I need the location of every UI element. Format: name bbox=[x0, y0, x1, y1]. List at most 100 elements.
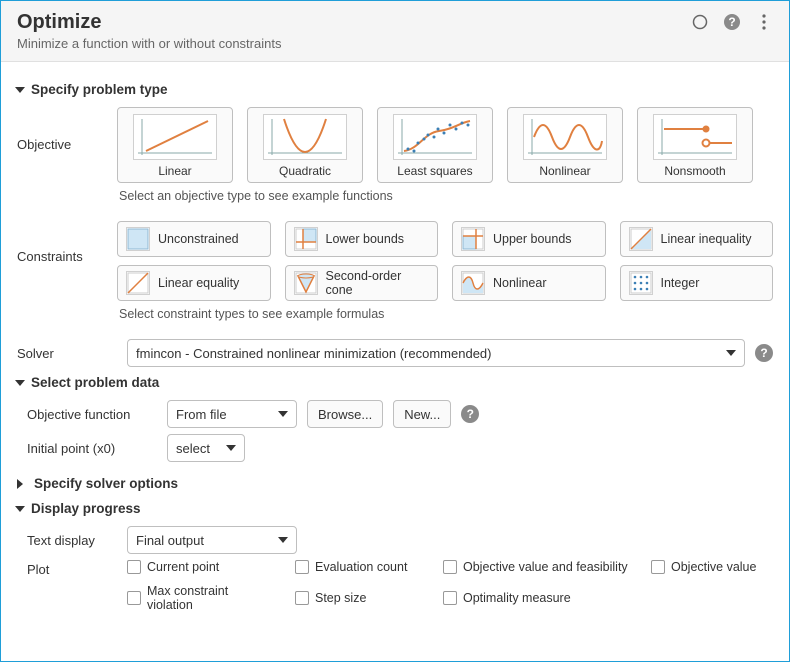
constraint-tile-linear-inequality[interactable]: Linear inequality bbox=[620, 221, 774, 257]
objective-tile-linear[interactable]: Linear bbox=[117, 107, 233, 183]
section-solver-options[interactable]: Specify solver options bbox=[17, 476, 773, 491]
check-label: Objective value and feasibility bbox=[463, 560, 628, 574]
plot-check-evaluation-count[interactable]: Evaluation count bbox=[295, 560, 425, 574]
constraint-tile-upper-bounds[interactable]: Upper bounds bbox=[452, 221, 606, 257]
plot-check-step-size[interactable]: Step size bbox=[295, 584, 425, 612]
section-display-progress[interactable]: Display progress bbox=[17, 501, 773, 516]
status-circle-icon[interactable] bbox=[691, 13, 709, 31]
checkbox-icon bbox=[651, 560, 665, 574]
tile-label: Least squares bbox=[397, 164, 472, 178]
upper-bounds-icon bbox=[461, 227, 485, 251]
constraints-grid: Unconstrained Lower bounds Upper bounds bbox=[117, 221, 773, 301]
check-label: Evaluation count bbox=[315, 560, 407, 574]
new-button[interactable]: New... bbox=[393, 400, 451, 428]
plot-label: Plot bbox=[27, 560, 117, 577]
nonlinear-icon bbox=[523, 114, 607, 160]
constraint-tile-second-order-cone[interactable]: Second-order cone bbox=[285, 265, 439, 301]
chevron-down-icon bbox=[226, 445, 236, 451]
chevron-down-icon bbox=[278, 537, 288, 543]
lower-bounds-icon bbox=[294, 227, 318, 251]
header-actions: ? bbox=[691, 11, 773, 31]
chevron-right-icon bbox=[17, 479, 28, 489]
checkbox-icon bbox=[443, 591, 457, 605]
plot-check-current-point[interactable]: Current point bbox=[127, 560, 277, 574]
solver-help-icon[interactable]: ? bbox=[755, 344, 773, 362]
kebab-menu-icon[interactable] bbox=[755, 13, 773, 31]
objective-tile-nonlinear[interactable]: Nonlinear bbox=[507, 107, 623, 183]
checkbox-icon bbox=[127, 560, 141, 574]
objective-function-label: Objective function bbox=[27, 407, 157, 422]
solver-value: fmincon - Constrained nonlinear minimiza… bbox=[136, 346, 492, 361]
check-label: Max constraint violation bbox=[147, 584, 277, 612]
tile-label: Nonlinear bbox=[493, 276, 547, 290]
plot-check-max-constraint-violation[interactable]: Max constraint violation bbox=[127, 584, 277, 612]
initial-point-select[interactable]: select bbox=[167, 434, 245, 462]
constraints-label: Constraints bbox=[17, 221, 117, 264]
svg-text:?: ? bbox=[728, 15, 735, 29]
objective-function-row: Objective function From file Browse... N… bbox=[27, 400, 773, 428]
section-title: Specify problem type bbox=[31, 82, 168, 97]
objective-function-select[interactable]: From file bbox=[167, 400, 297, 428]
text-display-label: Text display bbox=[27, 533, 117, 548]
solver-label: Solver bbox=[17, 346, 117, 361]
constraint-tile-integer[interactable]: Integer bbox=[620, 265, 774, 301]
nonlinear-constraint-icon bbox=[461, 271, 485, 295]
section-title: Select problem data bbox=[31, 375, 159, 390]
linear-inequality-icon bbox=[629, 227, 653, 251]
plot-row: Plot Current point Evaluation count Obje… bbox=[27, 560, 773, 612]
initial-point-row: Initial point (x0) select bbox=[27, 434, 773, 462]
objective-tile-least-squares[interactable]: Least squares bbox=[377, 107, 493, 183]
quadratic-icon bbox=[263, 114, 347, 160]
check-label: Current point bbox=[147, 560, 219, 574]
plot-check-optimality-measure[interactable]: Optimality measure bbox=[443, 584, 633, 612]
constraint-tile-unconstrained[interactable]: Unconstrained bbox=[117, 221, 271, 257]
initial-point-label: Initial point (x0) bbox=[27, 441, 157, 456]
text-display-select[interactable]: Final output bbox=[127, 526, 297, 554]
constraint-tile-nonlinear[interactable]: Nonlinear bbox=[452, 265, 606, 301]
section-title: Specify solver options bbox=[34, 476, 178, 491]
chevron-down-icon bbox=[278, 411, 288, 417]
objective-tiles: Linear Quadratic bbox=[117, 107, 773, 183]
section-select-data[interactable]: Select problem data bbox=[17, 375, 773, 390]
objective-label: Objective bbox=[17, 107, 117, 152]
objective-row: Objective Linear bbox=[17, 107, 773, 213]
second-order-cone-icon bbox=[294, 271, 318, 295]
page-subtitle: Minimize a function with or without cons… bbox=[17, 36, 691, 51]
solver-select[interactable]: fmincon - Constrained nonlinear minimiza… bbox=[127, 339, 745, 367]
checkbox-icon bbox=[295, 591, 309, 605]
objective-function-help-icon[interactable]: ? bbox=[461, 405, 479, 423]
tile-label: Linear inequality bbox=[661, 232, 752, 246]
check-label: Optimality measure bbox=[463, 591, 571, 605]
help-icon[interactable]: ? bbox=[723, 13, 741, 31]
constraint-tile-linear-equality[interactable]: Linear equality bbox=[117, 265, 271, 301]
checkbox-icon bbox=[127, 591, 141, 605]
constraints-row: Constraints Unconstrained Lower bounds bbox=[17, 221, 773, 331]
tile-label: Upper bounds bbox=[493, 232, 572, 246]
tile-label: Quadratic bbox=[279, 164, 331, 178]
integer-icon bbox=[629, 271, 653, 295]
section-title: Display progress bbox=[31, 501, 141, 516]
objective-tile-nonsmooth[interactable]: Nonsmooth bbox=[637, 107, 753, 183]
objective-tile-quadratic[interactable]: Quadratic bbox=[247, 107, 363, 183]
tile-label: Nonsmooth bbox=[664, 164, 725, 178]
tile-label: Second-order cone bbox=[326, 269, 430, 297]
linear-icon bbox=[133, 114, 217, 160]
constraint-tile-lower-bounds[interactable]: Lower bounds bbox=[285, 221, 439, 257]
checkbox-icon bbox=[295, 560, 309, 574]
solver-row: Solver fmincon - Constrained nonlinear m… bbox=[17, 339, 773, 367]
tile-label: Linear equality bbox=[158, 276, 239, 290]
chevron-down-icon bbox=[15, 506, 25, 512]
objective-hint: Select an objective type to see example … bbox=[119, 189, 773, 203]
chevron-down-icon bbox=[15, 380, 25, 386]
check-label: Objective value bbox=[671, 560, 756, 574]
constraints-hint: Select constraint types to see example f… bbox=[119, 307, 773, 321]
plot-check-objective-value[interactable]: Objective value bbox=[651, 560, 761, 574]
tile-label: Lower bounds bbox=[326, 232, 405, 246]
plot-check-objective-feasibility[interactable]: Objective value and feasibility bbox=[443, 560, 633, 574]
section-specify-problem[interactable]: Specify problem type bbox=[17, 82, 773, 97]
plot-options: Current point Evaluation count Objective… bbox=[127, 560, 773, 612]
browse-button[interactable]: Browse... bbox=[307, 400, 383, 428]
text-display-row: Text display Final output bbox=[27, 526, 773, 554]
initial-point-value: select bbox=[176, 441, 210, 456]
chevron-down-icon bbox=[726, 350, 736, 356]
